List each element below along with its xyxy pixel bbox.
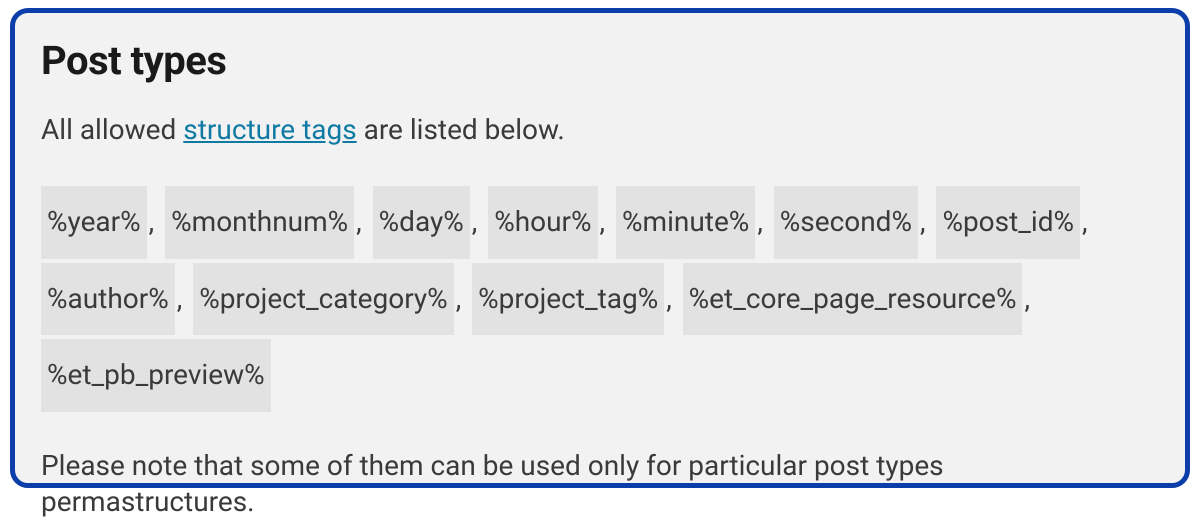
post-types-panel: Post types All allowed structure tags ar… [10,8,1190,488]
tag-separator: , [177,282,183,315]
intro-prefix: All allowed [41,113,183,146]
structure-tag[interactable]: %monthnum% [165,186,354,258]
structure-tag[interactable]: %project_category% [193,263,454,335]
structure-tag[interactable]: %post_id% [936,186,1080,258]
panel-heading: Post types [41,37,1159,84]
note-text: Please note that some of them can be use… [41,448,1159,520]
tag-separator: , [1024,282,1030,315]
tag-separator: , [456,282,462,315]
structure-tags-link[interactable]: structure tags [183,113,356,146]
structure-tag[interactable]: %minute% [616,186,755,258]
structure-tag[interactable]: %author% [41,263,175,335]
tag-separator: , [356,205,362,238]
tag-separator: , [149,205,155,238]
structure-tag[interactable]: %et_pb_preview% [41,339,271,411]
tag-separator: , [920,205,926,238]
tag-separator: , [472,205,478,238]
structure-tag[interactable]: %second% [774,186,918,258]
intro-suffix: are listed below. [357,113,565,146]
structure-tag[interactable]: %day% [373,186,470,258]
structure-tag[interactable]: %et_core_page_resource% [683,263,1023,335]
structure-tag[interactable]: %project_tag% [472,263,664,335]
structure-tags-list: %year%, %monthnum%, %day%, %hour%, %minu… [41,184,1159,413]
structure-tag[interactable]: %year% [41,186,147,258]
tag-separator: , [666,282,672,315]
structure-tag[interactable]: %hour% [488,186,597,258]
tag-separator: , [1082,205,1088,238]
intro-text: All allowed structure tags are listed be… [41,112,1159,148]
tag-separator: , [757,205,763,238]
tag-separator: , [600,205,606,238]
